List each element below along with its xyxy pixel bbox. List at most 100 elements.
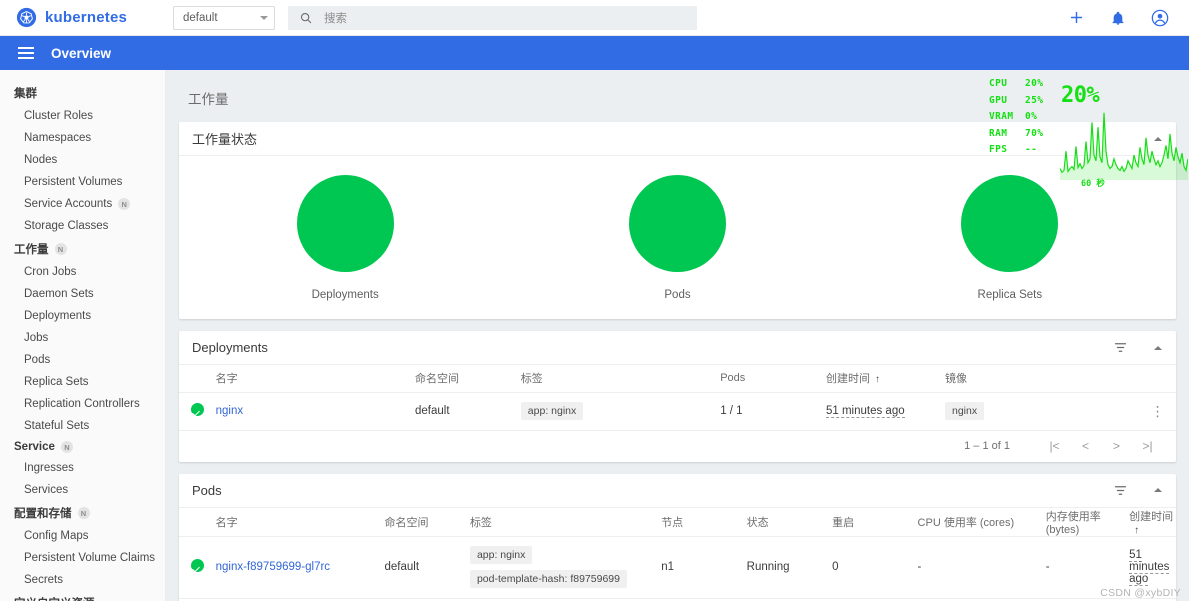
sidebar-item-config-maps[interactable]: Config Maps (0, 525, 165, 547)
column-header-4[interactable]: 状态 (746, 507, 833, 537)
hamburger-menu-icon[interactable] (18, 47, 34, 59)
sidebar-item-pods[interactable]: Pods (0, 349, 165, 371)
namespaced-badge-icon: N (118, 198, 131, 210)
table-row[interactable]: nginx-f89759699-gl7rc default app: nginx po… (179, 536, 1176, 599)
first-page-button[interactable]: |< (1039, 439, 1070, 453)
resource-name-cell[interactable]: nginx-f89759699-gl7rc (215, 536, 385, 599)
collapse-button[interactable] (1154, 488, 1162, 492)
notifications-button[interactable] (1110, 10, 1126, 26)
filter-button[interactable] (1113, 483, 1128, 498)
pod-status-cell: Running (746, 536, 833, 599)
caret-up-icon (1154, 136, 1162, 141)
sidebar-item-label: Secrets (24, 574, 63, 586)
column-header-7[interactable]: 内存使用率 (bytes) (1045, 507, 1130, 537)
column-header-1[interactable]: 命名空间 (415, 365, 521, 393)
namespace-cell-text: default (384, 561, 420, 573)
watermark: CSDN @xybDIY (1100, 587, 1181, 599)
workload-status-title: 工作量状态 (192, 132, 258, 147)
account-circle-icon (1151, 9, 1169, 26)
page-header: Overview (0, 36, 1189, 70)
restarts-cell-text: 0 (832, 561, 839, 573)
chevron-down-icon (260, 15, 268, 20)
sidebar-item-cluster-roles[interactable]: Cluster Roles (0, 105, 165, 127)
column-header-2[interactable]: 标签 (469, 507, 662, 537)
deployments-card: Deployments 名字 命名空间 标签 Pods 创建时间 ↑ 镜像 nginx def… (179, 331, 1176, 462)
column-header-label: 标签 (469, 516, 492, 529)
sidebar-item-service-accounts[interactable]: Service Accounts N (0, 193, 165, 215)
sidebar-item-label: Cluster Roles (24, 110, 94, 122)
namespace-selected-value: default (183, 11, 218, 24)
sidebar-item-persistent-volume-claims[interactable]: Persistent Volume Claims (0, 547, 165, 569)
page-title: Overview (51, 45, 112, 61)
filter-button[interactable] (1113, 340, 1128, 355)
pods-cell-text: 1 / 1 (720, 405, 743, 417)
table-row[interactable]: nginx default app: nginx 1 / 1 51 minutes ag… (179, 392, 1176, 431)
column-header-3[interactable]: 节点 (661, 507, 747, 537)
column-header-1[interactable]: 命名空间 (384, 507, 470, 537)
namespace-selector[interactable]: default (173, 5, 275, 30)
sidebar-item-daemon-sets[interactable]: Daemon Sets (0, 283, 165, 305)
column-header-label: 状态 (746, 516, 769, 529)
column-header-4[interactable]: 创建时间 ↑ (825, 365, 945, 393)
column-header-0[interactable]: 名字 (215, 507, 385, 537)
sidebar-item-stateful-sets[interactable]: Stateful Sets (0, 415, 165, 437)
column-header-label: 镜像 (945, 373, 967, 386)
workload-status-circles: Deployments Pods Replica Sets (179, 156, 1176, 319)
row-menu-button[interactable]: ⋮ (1139, 392, 1176, 431)
sidebar-item-deployments[interactable]: Deployments (0, 305, 165, 327)
sidebar-group-4[interactable]: 定义自定义资源 (0, 591, 165, 601)
sidebar-item-replication-controllers[interactable]: Replication Controllers (0, 393, 165, 415)
sort-ascending-icon: ↑ (1134, 524, 1140, 536)
collapse-button[interactable] (1154, 345, 1162, 350)
actions-column-header (1139, 365, 1176, 393)
next-page-button[interactable]: > (1101, 439, 1132, 453)
sidebar-item-ingresses[interactable]: Ingresses (0, 457, 165, 479)
column-header-label: 标签 (520, 373, 543, 386)
account-button[interactable] (1151, 9, 1169, 27)
sidebar-item-replica-sets[interactable]: Replica Sets (0, 371, 165, 393)
column-header-label: 命名空间 (415, 373, 459, 386)
sidebar-group-1: 工作量 N (0, 237, 165, 261)
column-header-3[interactable]: Pods (720, 365, 826, 393)
sidebar-item-cron-jobs[interactable]: Cron Jobs (0, 261, 165, 283)
sidebar-item-nodes[interactable]: Nodes (0, 149, 165, 171)
deployments-pagination: 1 – 1 of 1 |< < > >| (179, 431, 1176, 462)
sidebar-item-label: Persistent Volume Claims (24, 552, 156, 564)
prev-page-button[interactable]: < (1070, 439, 1101, 453)
sidebar-item-label: Nodes (24, 154, 58, 166)
kubernetes-helm-logo-icon (16, 7, 37, 28)
create-button[interactable] (1068, 9, 1085, 26)
deployments-table: 名字 命名空间 标签 Pods 创建时间 ↑ 镜像 nginx default app: ngi… (179, 365, 1176, 431)
sidebar-item-storage-classes[interactable]: Storage Classes (0, 215, 165, 237)
column-header-8[interactable]: 创建时间↑ (1129, 507, 1176, 537)
column-header-0[interactable]: 名字 (215, 365, 415, 393)
brand-logo[interactable]: kubernetes (0, 7, 166, 28)
node-cell: n1 (661, 536, 747, 599)
success-check-icon (190, 403, 204, 416)
column-header-2[interactable]: 标签 (520, 365, 721, 393)
pod-status-cell-text: Running (746, 561, 790, 573)
column-header-6[interactable]: CPU 使用率 (cores) (917, 507, 1046, 537)
namespace-cell: default (415, 392, 521, 431)
label-chip: app: nginx (469, 546, 533, 564)
created-cell[interactable]: 51 minutes ago (825, 392, 945, 431)
resource-name-cell[interactable]: nginx (215, 392, 415, 431)
sidebar-item-services[interactable]: Services (0, 479, 165, 501)
column-header-5[interactable]: 镜像 (945, 365, 1140, 393)
workload-status-item: Pods (511, 174, 843, 301)
sidebar-item-label: Config Maps (24, 530, 89, 542)
collapse-button[interactable] (1154, 136, 1162, 141)
sidebar-item-secrets[interactable]: Secrets (0, 569, 165, 591)
sidebar-item-persistent-volumes[interactable]: Persistent Volumes (0, 171, 165, 193)
resource-name-link[interactable]: nginx (216, 405, 244, 417)
label-chip: pod-template-hash: f89759699 (469, 570, 627, 588)
sidebar-item-label: Daemon Sets (24, 288, 94, 300)
resource-name-link[interactable]: nginx-f89759699-gl7rc (216, 561, 330, 573)
column-header-5[interactable]: 重启 (832, 507, 918, 537)
sidebar-item-namespaces[interactable]: Namespaces (0, 127, 165, 149)
sidebar-item-jobs[interactable]: Jobs (0, 327, 165, 349)
created-cell-text: 51 minutes ago (825, 405, 905, 418)
last-page-button[interactable]: >| (1132, 439, 1163, 453)
namespace-cell-text: default (415, 405, 450, 417)
search-input[interactable]: 搜索 (288, 5, 697, 30)
